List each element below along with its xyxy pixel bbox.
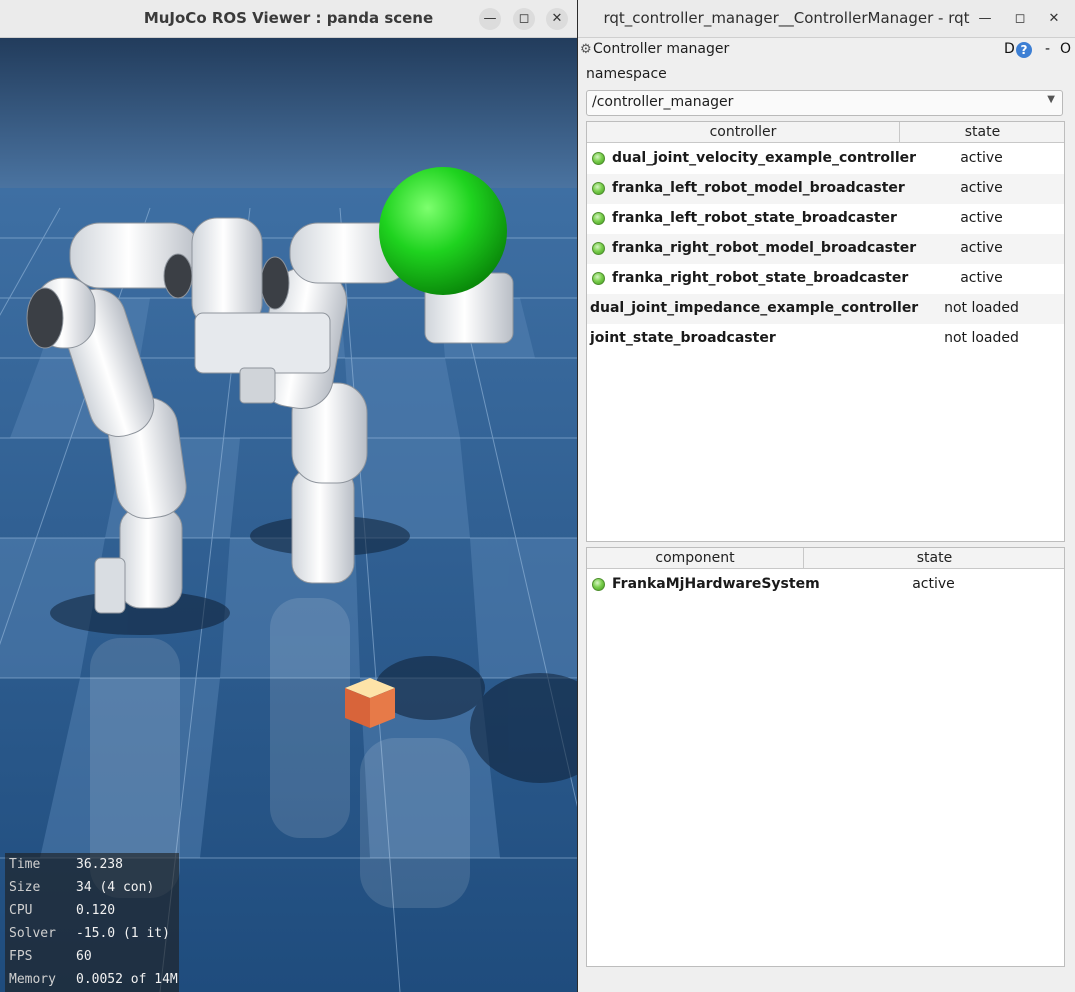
controller-name: franka_right_robot_state_broadcaster (612, 270, 909, 286)
maximize-button[interactable]: ◻ (513, 8, 535, 30)
cube (345, 678, 395, 728)
stat-solver: Solver -15.0 (1 it) (9, 926, 170, 941)
stat-size: Size 34 (4 con) (9, 880, 155, 895)
minimize-button[interactable]: — (974, 8, 996, 30)
table-row[interactable]: FrankaMjHardwareSystem active (587, 570, 1064, 600)
maximize-button[interactable]: ◻ (1009, 8, 1031, 30)
column-header-controller[interactable]: controller (587, 122, 899, 142)
options-button[interactable]: O (1060, 41, 1071, 57)
close-button[interactable]: ✕ (546, 8, 568, 30)
gear-icon[interactable]: ⚙ (580, 42, 592, 57)
table-row[interactable]: franka_left_robot_state_broadcaster acti… (587, 204, 1064, 234)
table-row[interactable]: dual_joint_velocity_example_controller a… (587, 144, 1064, 174)
namespace-value: /controller_manager (592, 94, 734, 110)
table-row[interactable]: franka_right_robot_state_broadcaster act… (587, 264, 1064, 294)
plugin-header: ⚙ Controller manager D ? - O (578, 40, 1075, 62)
controller-name: dual_joint_impedance_example_controller (590, 300, 919, 316)
controller-name: dual_joint_velocity_example_controller (612, 150, 917, 166)
status-led-icon (592, 182, 605, 195)
plugin-title: Controller manager (593, 41, 730, 57)
simulation-viewport[interactable]: Time 36.238 Size 34 (4 con) CPU 0.120 So… (0, 38, 577, 992)
scene-render (0, 38, 577, 992)
controller-state: active (960, 150, 1003, 166)
controllers-table-header: controller state (587, 122, 1064, 143)
minimize-button[interactable]: — (479, 8, 501, 30)
controller-name: franka_right_robot_model_broadcaster (612, 240, 917, 256)
column-header-state[interactable]: state (899, 122, 1064, 142)
table-row[interactable]: joint_state_broadcaster not loaded (587, 324, 1064, 354)
status-led-icon (592, 578, 605, 591)
status-led-icon (592, 242, 605, 255)
stat-memory: Memory 0.0052 of 14M (9, 972, 178, 987)
stat-cpu: CPU 0.120 (9, 903, 116, 918)
controller-name: franka_left_robot_state_broadcaster (612, 210, 897, 226)
status-led-icon (592, 212, 605, 225)
rqt-window: rqt_controller_manager__ControllerManage… (578, 0, 1075, 992)
help-icon[interactable]: ? (1016, 42, 1032, 58)
rqt-titlebar[interactable]: rqt_controller_manager__ControllerManage… (578, 0, 1075, 38)
dock-button[interactable]: D (1004, 41, 1015, 57)
controllers-table[interactable]: controller state dual_joint_velocity_exa… (586, 121, 1065, 542)
controller-name: franka_left_robot_model_broadcaster (612, 180, 905, 196)
controller-state: active (960, 240, 1003, 256)
mujoco-titlebar[interactable]: MuJoCo ROS Viewer : panda scene — ◻ ✕ (0, 0, 577, 38)
stat-fps: FPS 60 (9, 949, 92, 964)
controller-state: not loaded (944, 330, 1019, 346)
component-state: active (912, 576, 955, 592)
stat-time: Time 36.238 (9, 857, 123, 872)
status-led-icon (592, 152, 605, 165)
simulation-stats-panel: Time 36.238 Size 34 (4 con) CPU 0.120 So… (5, 853, 179, 992)
column-header-state[interactable]: state (803, 548, 1064, 568)
rqt-window-title: rqt_controller_manager__ControllerManage… (603, 9, 970, 27)
table-row[interactable]: franka_left_robot_model_broadcaster acti… (587, 174, 1064, 204)
close-button[interactable]: ✕ (1043, 8, 1065, 30)
controller-state: not loaded (944, 300, 1019, 316)
controller-state: active (960, 210, 1003, 226)
controller-name: joint_state_broadcaster (590, 330, 776, 346)
component-name: FrankaMjHardwareSystem (612, 576, 820, 592)
mujoco-window: MuJoCo ROS Viewer : panda scene — ◻ ✕ Ti… (0, 0, 577, 992)
table-row[interactable]: franka_right_robot_model_broadcaster act… (587, 234, 1064, 264)
components-table[interactable]: component state FrankaMjHardwareSystem a… (586, 547, 1065, 967)
components-table-header: component state (587, 548, 1064, 569)
status-led-icon (592, 272, 605, 285)
column-header-component[interactable]: component (587, 548, 803, 568)
namespace-dropdown[interactable]: /controller_manager ▼ (586, 90, 1063, 116)
chevron-down-icon: ▼ (1047, 94, 1055, 105)
hide-button[interactable]: - (1045, 41, 1050, 57)
controller-state: active (960, 180, 1003, 196)
namespace-label: namespace (586, 66, 667, 82)
controller-state: active (960, 270, 1003, 286)
target-sphere (379, 167, 507, 295)
table-row[interactable]: dual_joint_impedance_example_controller … (587, 294, 1064, 324)
